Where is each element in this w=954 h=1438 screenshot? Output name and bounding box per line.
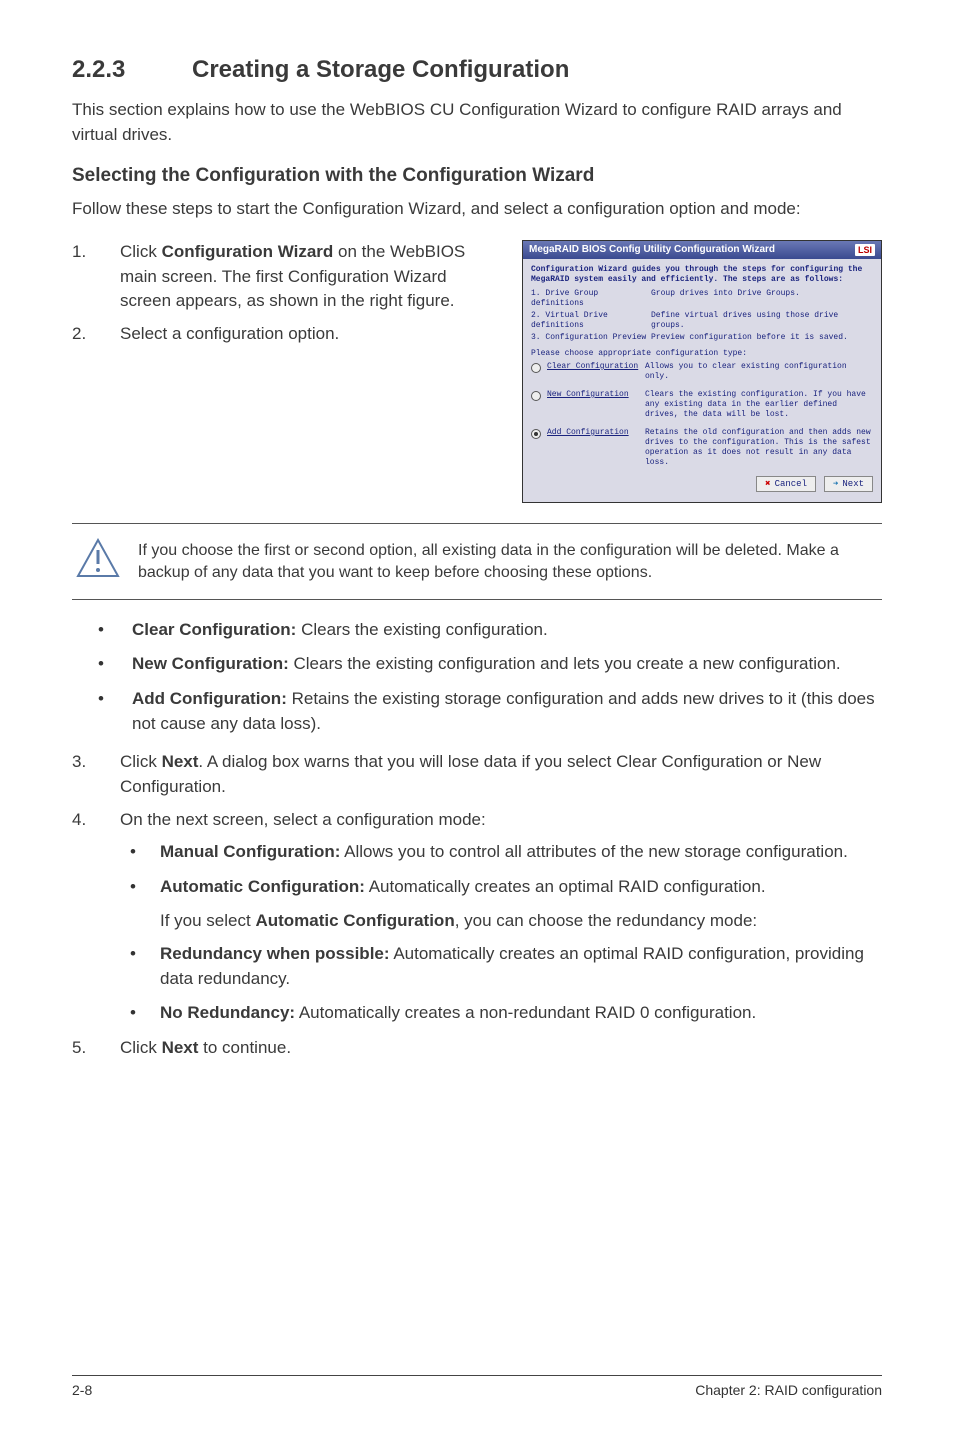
caution-icon (76, 538, 120, 578)
wizard-step-line: 3. Configuration PreviewPreview configur… (531, 333, 873, 343)
lsi-logo: LSI (855, 244, 875, 256)
section-heading: 2.2.3Creating a Storage Configuration (72, 56, 882, 84)
list-item: No Redundancy: Automatically creates a n… (130, 1001, 882, 1026)
page-footer: 2-8 Chapter 2: RAID configuration (72, 1375, 882, 1398)
arrow-right-icon: ➔ (833, 479, 838, 489)
radio-icon (531, 429, 541, 439)
radio-new-configuration[interactable]: New Configuration Clears the existing co… (531, 390, 873, 420)
intro-paragraph: This section explains how to use the Web… (72, 98, 882, 147)
wizard-step-line: 1. Drive Group definitionsGroup drives i… (531, 289, 873, 309)
list-item: Manual Configuration: Allows you to cont… (130, 840, 882, 865)
subheading: Selecting the Configuration with the Con… (72, 165, 882, 187)
list-item: Clear Configuration: Clears the existing… (98, 618, 882, 643)
wizard-title-text: MegaRAID BIOS Config Utility Configurati… (529, 244, 775, 255)
radio-icon (531, 363, 541, 373)
wizard-screenshot: MegaRAID BIOS Config Utility Configurati… (522, 240, 882, 503)
wizard-intro: Configuration Wizard guides you through … (531, 265, 873, 285)
caution-note: If you choose the first or second option… (72, 523, 882, 600)
step-text: Select a configuration option. (120, 322, 502, 347)
step-3: 3. Click Next. A dialog box warns that y… (72, 750, 882, 799)
page-number: 2-8 (72, 1382, 92, 1398)
step-number: 1. (72, 240, 120, 314)
radio-label: New Configuration (547, 390, 639, 400)
radio-description: Retains the old configuration and then a… (645, 428, 873, 468)
auto-config-line: If you select Automatic Configuration, y… (160, 909, 882, 934)
wizard-titlebar: MegaRAID BIOS Config Utility Configurati… (523, 241, 881, 259)
step-text: Click Next. A dialog box warns that you … (120, 750, 882, 799)
radio-add-configuration[interactable]: Add Configuration Retains the old config… (531, 428, 873, 468)
step-number: 2. (72, 322, 120, 347)
step-4: 4. On the next screen, select a configur… (72, 808, 882, 833)
next-button[interactable]: ➔Next (824, 476, 873, 492)
wizard-step-line: 2. Virtual Drive definitionsDefine virtu… (531, 311, 873, 331)
step-5: 5. Click Next to continue. (72, 1036, 882, 1061)
list-item: Add Configuration: Retains the existing … (98, 687, 882, 736)
chapter-label: Chapter 2: RAID configuration (695, 1382, 882, 1398)
step-number: 4. (72, 808, 120, 833)
wizard-choose-heading: Please choose appropriate configuration … (531, 349, 873, 358)
x-icon: ✖ (765, 479, 770, 489)
cancel-button[interactable]: ✖Cancel (756, 476, 816, 492)
radio-label: Clear Configuration (547, 362, 639, 372)
list-item: New Configuration: Clears the existing c… (98, 652, 882, 677)
step-number: 5. (72, 1036, 120, 1061)
sub-intro: Follow these steps to start the Configur… (72, 197, 882, 222)
step-text: Click Configuration Wizard on the WebBIO… (120, 240, 502, 314)
list-item: Automatic Configuration: Automatically c… (130, 875, 882, 900)
radio-clear-configuration[interactable]: Clear Configuration Allows you to clear … (531, 362, 873, 382)
step-number: 3. (72, 750, 120, 799)
step-1: 1. Click Configuration Wizard on the Web… (72, 240, 502, 314)
radio-label: Add Configuration (547, 428, 639, 438)
section-number: 2.2.3 (72, 56, 192, 84)
radio-description: Clears the existing configuration. If yo… (645, 390, 873, 420)
step-text: On the next screen, select a configurati… (120, 808, 882, 833)
section-title-text: Creating a Storage Configuration (192, 56, 569, 83)
step-2: 2. Select a configuration option. (72, 322, 502, 347)
caution-text: If you choose the first or second option… (138, 538, 878, 585)
radio-description: Allows you to clear existing configurati… (645, 362, 873, 382)
radio-icon (531, 391, 541, 401)
list-item: Redundancy when possible: Automatically … (130, 942, 882, 991)
step-text: Click Next to continue. (120, 1036, 882, 1061)
